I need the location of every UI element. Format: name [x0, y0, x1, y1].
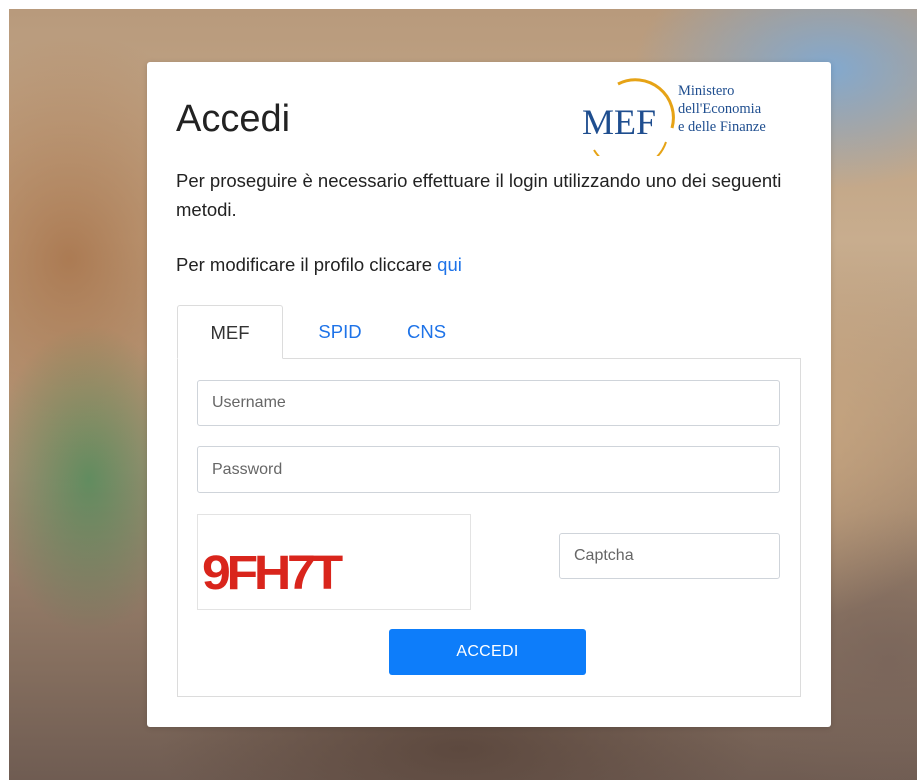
tab-spid[interactable]: SPID — [283, 305, 397, 359]
password-input[interactable] — [197, 446, 780, 493]
captcha-code: 9FH7T — [202, 547, 343, 600]
mef-logo: MEF Ministero dell'Economia e delle Fina… — [574, 76, 824, 171]
profile-line: Per modificare il profilo cliccare qui — [176, 254, 462, 276]
login-card: Accedi MEF Ministero dell'Economia e del… — [147, 62, 831, 727]
background-photo: Accedi MEF Ministero dell'Economia e del… — [9, 9, 917, 780]
ministry-line-3: e delle Finanze — [678, 119, 766, 135]
page-title: Accedi — [176, 98, 291, 140]
login-button[interactable]: ACCEDI — [389, 629, 586, 675]
ministry-line-1: Ministero — [678, 83, 735, 99]
captcha-input[interactable] — [559, 533, 780, 579]
ministry-name: Ministero dell'Economia e delle Finanze — [678, 82, 766, 136]
mef-emblem: MEF — [582, 78, 675, 171]
tab-cns[interactable]: CNS — [397, 305, 487, 359]
profile-link[interactable]: qui — [437, 254, 462, 275]
tab-mef[interactable]: MEF — [177, 305, 283, 359]
tab-panel-mef: 9FH7T ACCEDI — [177, 358, 801, 697]
captcha-image: 9FH7T — [197, 514, 471, 610]
ministry-line-2: dell'Economia — [678, 101, 762, 117]
profile-text: Per modificare il profilo cliccare — [176, 254, 433, 275]
login-method-tabs: MEF SPID CNS — [177, 305, 487, 359]
mef-acronym: MEF — [582, 102, 656, 142]
username-input[interactable] — [197, 380, 780, 426]
intro-text: Per proseguire è necessario effettuare i… — [176, 170, 782, 220]
